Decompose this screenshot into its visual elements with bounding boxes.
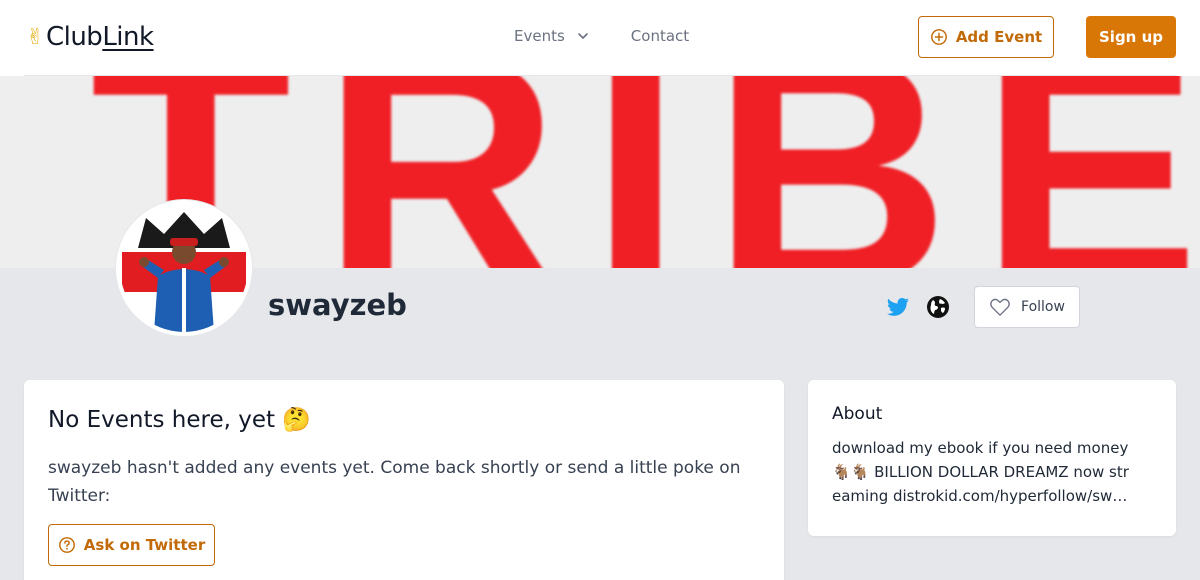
avatar: [116, 200, 252, 336]
banner-image-text: TRIBE: [90, 76, 1200, 268]
ask-on-twitter-label: Ask on Twitter: [83, 536, 206, 554]
events-card: No Events here, yet 🤔 swayzeb hasn't add…: [24, 380, 784, 580]
sign-up-button[interactable]: Sign up: [1086, 16, 1176, 58]
events-empty-description: swayzeb hasn't added any events yet. Com…: [48, 458, 741, 506]
add-event-button[interactable]: Add Event: [918, 16, 1054, 58]
profile-username: swayzeb: [268, 288, 407, 322]
question-circle-icon: [58, 537, 75, 553]
add-event-label: Add Event: [955, 28, 1043, 46]
events-empty-title: No Events here, yet 🤔: [48, 407, 311, 433]
avatar-image: [120, 204, 248, 332]
nav-contact-link[interactable]: Contact: [631, 27, 689, 45]
about-title: About: [832, 404, 883, 424]
top-header: ✌ Club Link Events Contact Add Event Sign…: [0, 0, 1200, 76]
logo-text-club: Club: [45, 22, 103, 52]
logo-text-link: Link: [102, 22, 154, 52]
chevron-down-icon: [577, 33, 588, 39]
main-nav: Events Contact: [514, 27, 689, 45]
twitter-icon[interactable]: [886, 295, 910, 319]
sign-up-label: Sign up: [1099, 28, 1163, 46]
heart-icon: [990, 298, 1010, 316]
follow-label: Follow: [1021, 299, 1065, 315]
nav-events-label: Events: [514, 27, 565, 45]
plus-circle-icon: [930, 29, 947, 45]
peace-hand-icon: ✌: [26, 24, 44, 50]
about-card: About download my ebook if you need mone…: [808, 380, 1176, 536]
nav-events-dropdown[interactable]: Events: [514, 27, 589, 45]
follow-button[interactable]: Follow: [974, 286, 1080, 328]
about-text: download my ebook if you need money🐐🐐 BI…: [832, 439, 1131, 505]
ask-on-twitter-button[interactable]: Ask on Twitter: [48, 524, 215, 566]
globe-icon[interactable]: [926, 295, 950, 319]
clublink-logo[interactable]: ✌ Club Link: [26, 22, 154, 52]
